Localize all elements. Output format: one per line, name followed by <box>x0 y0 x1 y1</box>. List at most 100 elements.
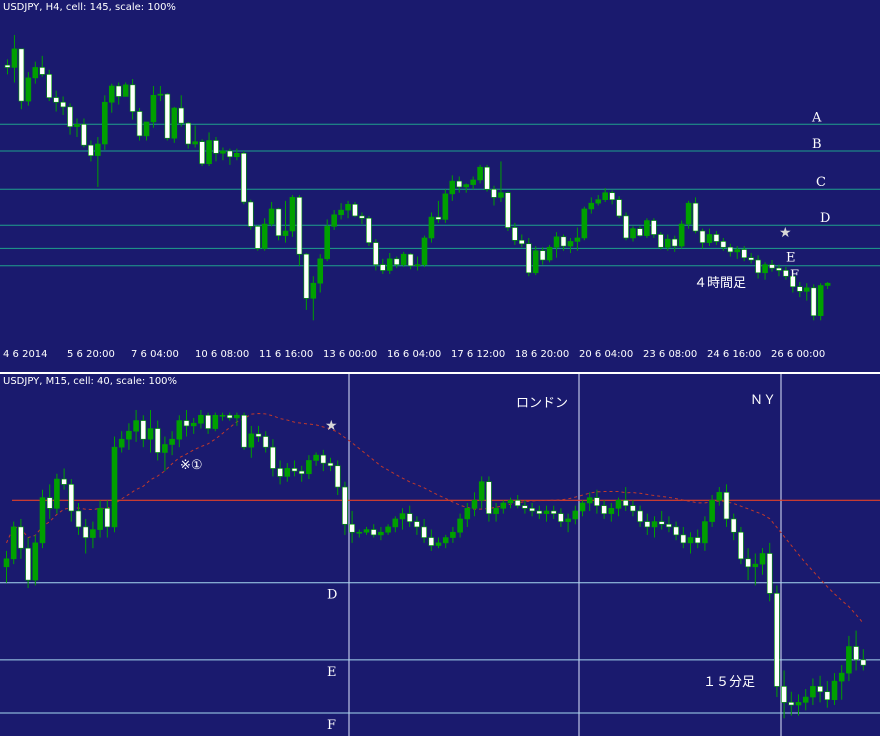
m15-candle-body <box>61 478 67 485</box>
m15-chart-svg[interactable]: D E F ロンドン ＮＹ ※① ★ １５分足 <box>0 374 880 736</box>
m15-candle-body <box>738 531 744 560</box>
h4-candle-body <box>136 111 143 137</box>
h4-candle-body <box>220 150 226 154</box>
h4-candle-body <box>254 226 261 249</box>
m15-candle <box>723 484 730 527</box>
m15-candle <box>104 500 111 538</box>
m15-candle-body <box>190 422 197 427</box>
m15-candle <box>226 412 233 421</box>
h4-candle <box>46 69 53 102</box>
h4-candle <box>588 197 595 214</box>
m15-candle <box>435 537 442 549</box>
h4-candle-body <box>67 106 73 127</box>
h4-candle <box>379 258 386 274</box>
m15-candle-body <box>723 492 730 520</box>
m15-chart-panel[interactable]: D E F ロンドン ＮＹ ※① ★ １５分足 USDJPY, M15, cell:… <box>0 374 880 736</box>
h4-level-label-e: E <box>786 250 796 265</box>
h4-candle <box>102 95 108 150</box>
h4-candle <box>310 276 317 321</box>
m15-candle-body <box>277 468 283 477</box>
m15-candle-body <box>385 526 391 533</box>
h4-candle <box>525 237 532 277</box>
h4-candle-body <box>651 220 657 235</box>
m15-candle <box>291 460 298 477</box>
h4-candle-body <box>393 258 400 265</box>
h4-candle-body <box>275 208 282 236</box>
h4-candle <box>213 137 219 162</box>
m15-candle-body <box>507 500 514 504</box>
h4-candle <box>498 161 504 202</box>
h4-level-label-a: A <box>811 110 822 125</box>
h4-chart-panel[interactable]: AB C D EF ★ ４時間足 USDJPY, H4, cell: 145, sca… <box>0 0 880 345</box>
h4-candle <box>192 125 198 148</box>
m15-candle-body <box>666 523 672 528</box>
m15-candle <box>738 526 744 565</box>
m15-candle <box>126 423 132 450</box>
london-session-label: ロンドン <box>516 396 568 411</box>
h4-candle-body <box>741 249 748 258</box>
m15-candle-body <box>608 508 615 514</box>
h4-x-tick-label: 23 6 08:00 <box>643 349 698 360</box>
m15-candle <box>334 460 341 496</box>
m15-candle-body <box>860 659 867 666</box>
h4-candle-body <box>414 264 421 267</box>
m15-candle-body <box>298 470 305 475</box>
h4-candle <box>470 176 476 190</box>
m15-candle <box>450 526 456 543</box>
h4-candle <box>637 226 643 237</box>
m15-candle-body <box>550 510 557 514</box>
m15-candle-body <box>198 414 204 424</box>
m15-candle <box>277 460 283 485</box>
h4-candle <box>824 282 831 289</box>
m15-candle-body <box>774 593 780 687</box>
h4-candle <box>206 132 212 167</box>
m15-candle <box>162 436 168 472</box>
h4-candle <box>282 200 289 243</box>
m15-candle-body <box>154 428 161 453</box>
h4-x-tick-label: 10 6 08:00 <box>195 349 250 360</box>
h4-candle <box>296 195 303 266</box>
m15-candle-body <box>356 531 363 534</box>
h4-candle <box>359 212 365 225</box>
m15-candle-body <box>313 454 319 461</box>
m15-candle-body <box>126 430 132 440</box>
h4-candle-body <box>532 250 539 274</box>
h4-candle-body <box>657 234 664 248</box>
m15-candle-body <box>3 558 10 568</box>
h4-chart-title: USDJPY, H4, cell: 145, scale: 100% <box>3 2 176 13</box>
h4-chart-svg[interactable]: AB C D EF ★ ４時間足 <box>0 0 880 345</box>
m15-candle-body <box>75 510 82 528</box>
m15-candle-body <box>824 691 831 701</box>
h4-candle-body <box>553 236 560 248</box>
h4-level-label-b: B <box>812 137 822 152</box>
h4-candle <box>4 59 11 75</box>
h4-candle-body <box>456 180 463 188</box>
h4-candle-body <box>338 209 344 216</box>
h4-candle-body <box>484 166 490 190</box>
h4-candle <box>421 235 428 267</box>
m15-candle <box>140 415 147 448</box>
h4-candle-body <box>227 150 233 158</box>
h4-x-tick-label: 13 6 00:00 <box>323 349 378 360</box>
m15-candle <box>133 409 139 442</box>
h4-candle <box>748 253 754 264</box>
h4-candle <box>18 48 25 110</box>
h4-candle <box>783 266 789 280</box>
h4-level-label-f: F <box>790 268 799 283</box>
h4-candle-body <box>171 107 178 139</box>
h4-x-tick-label: 7 6 04:00 <box>131 349 179 360</box>
h4-candle-body <box>692 202 699 232</box>
m15-candle <box>716 487 723 506</box>
m15-candle-body <box>766 553 773 594</box>
m15-candle <box>702 516 708 551</box>
m15-candle <box>61 468 67 490</box>
m15-candle-body <box>658 521 665 525</box>
h4-candle-body <box>539 250 546 261</box>
h4-x-tick-label: 17 6 12:00 <box>451 349 506 360</box>
h4-candle-body <box>803 287 810 292</box>
h4-candle-body <box>734 249 741 253</box>
h4-candle <box>817 283 824 321</box>
m15-candle-body <box>284 468 291 477</box>
h4-candle <box>185 121 191 149</box>
m15-candle-body <box>759 553 766 565</box>
